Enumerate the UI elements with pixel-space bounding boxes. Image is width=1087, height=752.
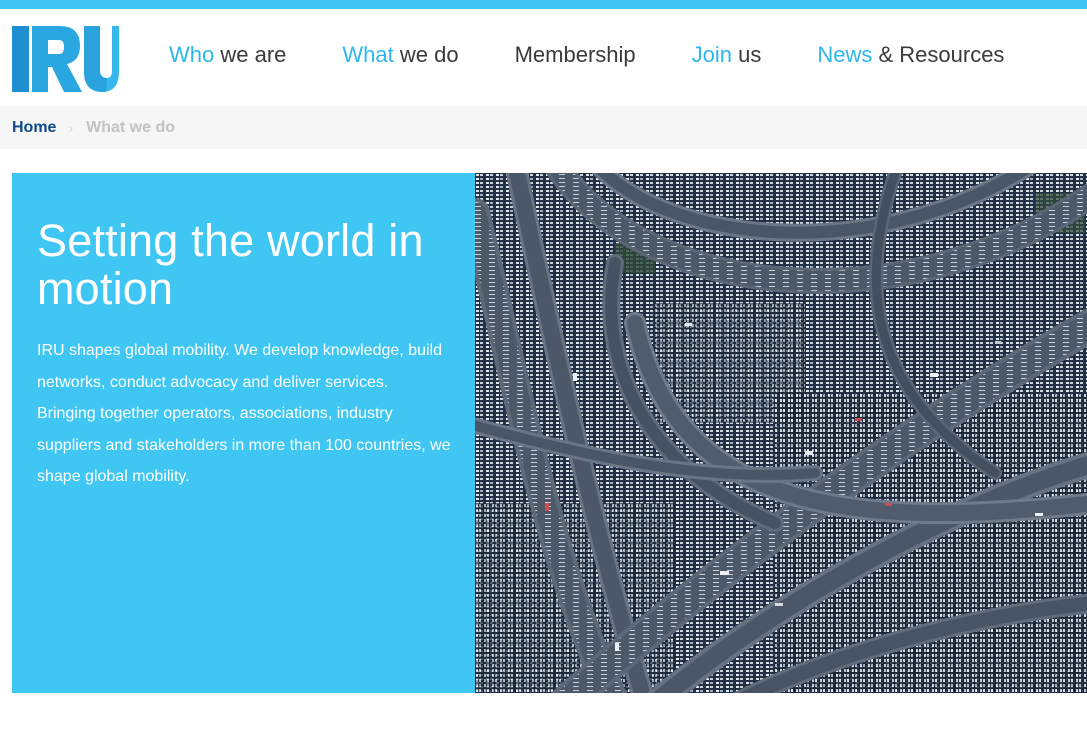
nav-news-rest: & Resources [872,42,1005,67]
hero-section: Setting the world in motion IRU shapes g… [12,173,1087,693]
breadcrumb-current: What we do [86,118,176,136]
nav-what-rest: we do [393,42,459,67]
iru-logo[interactable] [12,26,119,92]
nav-who-accent: Who [169,42,215,67]
hero-title: Setting the world in motion [37,215,424,314]
main-navigation: Who we are What we do Membership Join us… [169,43,1004,67]
site-header: Who we are What we do Membership Join us… [0,9,1087,106]
hero-text-panel: Setting the world in motion IRU shapes g… [12,173,475,693]
nav-membership-rest: Membership [514,42,636,67]
nav-join-accent: Join [691,42,732,67]
hero-description: IRU shapes global mobility. We develop k… [37,342,451,485]
highway-interchange-illustration [475,173,1087,693]
hero-highway-image [475,173,1087,693]
chevron-right-icon: › [68,119,74,136]
nav-join-us[interactable]: Join us [692,43,762,67]
nav-news-resources[interactable]: News & Resources [817,43,1004,67]
nav-join-rest: us [732,42,762,67]
nav-what-accent: What [342,42,394,67]
nav-news-accent: News [817,42,873,67]
top-accent-strip [0,0,1087,9]
nav-who-rest: we are [214,42,287,67]
nav-what-we-do[interactable]: What we do [342,43,458,67]
breadcrumb-home-link[interactable]: Home [12,119,56,137]
nav-membership[interactable]: Membership [515,43,636,67]
breadcrumb: Home › What we do [0,106,1087,149]
nav-who-we-are[interactable]: Who we are [169,43,286,67]
